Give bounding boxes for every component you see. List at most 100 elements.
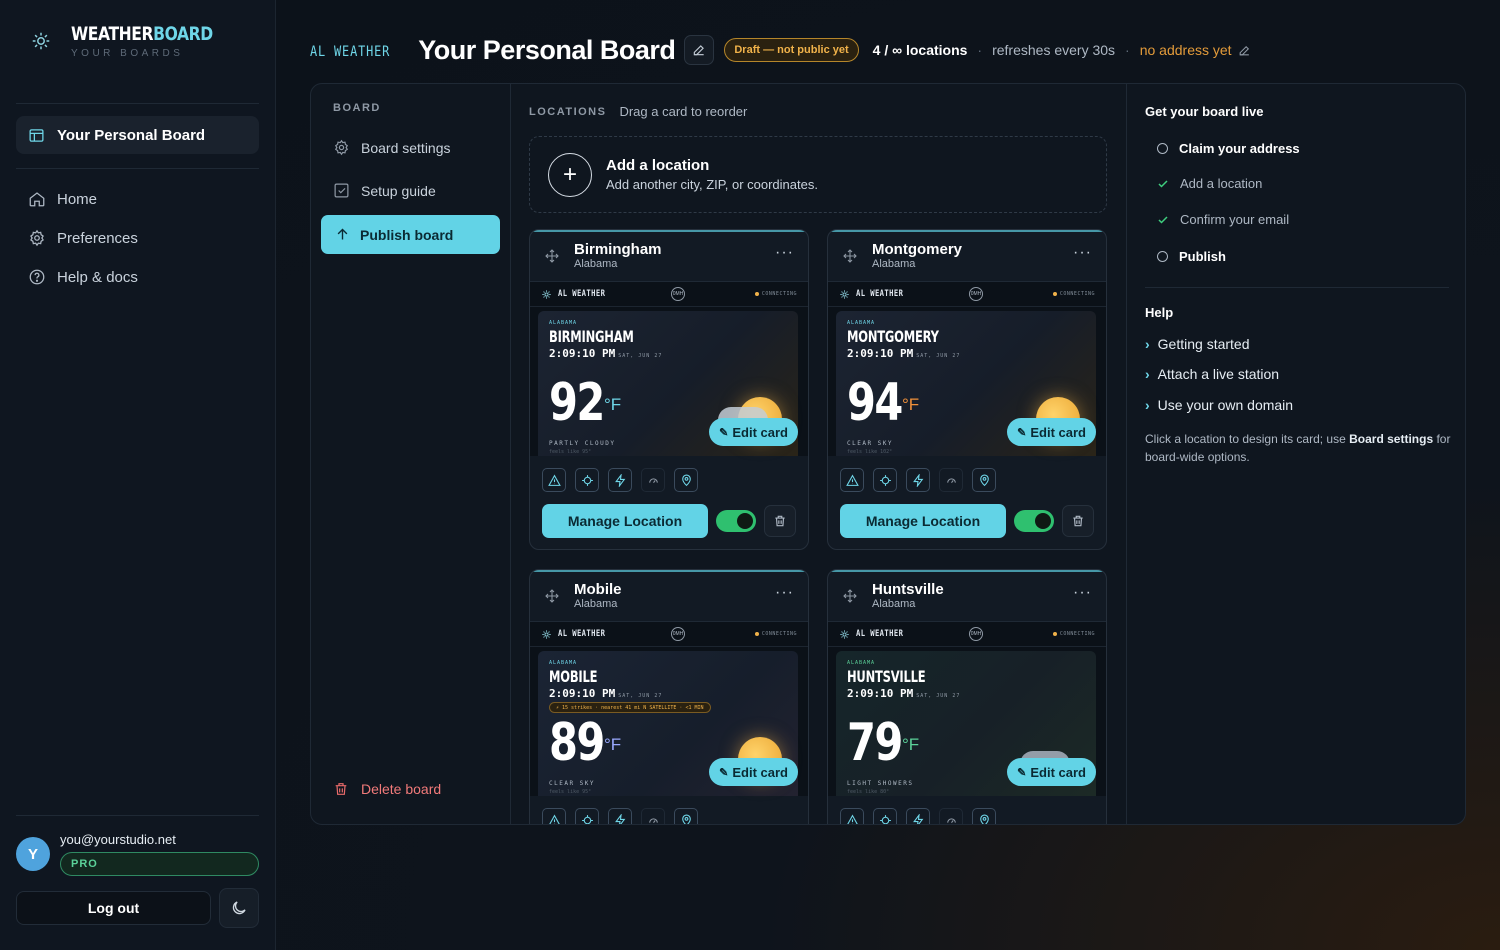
connection-status: CONNECTING	[754, 631, 797, 637]
location-pin-button[interactable]	[674, 808, 698, 824]
location-card-mobile[interactable]: Mobile Alabama ··· AL WEATHER 0MH CONNEC…	[529, 569, 809, 824]
gauge-button[interactable]	[641, 808, 665, 824]
more-menu-icon[interactable]: ···	[1073, 244, 1092, 262]
checklist-item-add-location[interactable]: Add a location	[1157, 176, 1262, 191]
location-card-birmingham[interactable]: Birmingham Alabama ··· AL WEATHER 0MH CO…	[529, 229, 809, 550]
warning-icon	[845, 474, 859, 486]
edit-card-button[interactable]: ✎ Edit card	[1007, 758, 1096, 786]
board-settings-link[interactable]: Board settings	[333, 139, 451, 156]
card-preview[interactable]: AL WEATHER 0MH CONNECTING ALABAMA BIRMIN…	[530, 282, 808, 456]
gear-icon	[30, 229, 44, 247]
drag-handle-icon[interactable]	[842, 248, 858, 264]
pencil-icon[interactable]	[1238, 44, 1251, 57]
location-enabled-toggle[interactable]	[716, 510, 756, 532]
preview-unit: °F	[604, 395, 622, 414]
setup-guide-link[interactable]: Setup guide	[333, 182, 436, 199]
more-menu-icon[interactable]: ···	[1073, 584, 1092, 602]
edit-card-button[interactable]: ✎ Edit card	[709, 758, 798, 786]
drag-handle-icon[interactable]	[842, 588, 858, 604]
sidebar-item-preferences[interactable]: Preferences	[28, 229, 138, 247]
avatar[interactable]: Y	[16, 837, 50, 871]
edit-card-button[interactable]: ✎ Edit card	[1007, 418, 1096, 446]
weather-station-icon	[840, 629, 849, 639]
publish-board-button[interactable]: Publish board	[321, 215, 500, 254]
preview-feels-like: feels like 102°	[847, 449, 893, 455]
weather-station-icon	[542, 629, 551, 639]
lightning-button[interactable]	[906, 808, 930, 824]
delete-location-button[interactable]	[764, 505, 796, 537]
card-preview[interactable]: AL WEATHER 0MH CONNECTING ALABAMA MONTGO…	[828, 282, 1106, 456]
lightning-button[interactable]	[608, 468, 632, 492]
board-address[interactable]: no address yet	[1140, 42, 1232, 58]
more-menu-icon[interactable]: ···	[775, 584, 794, 602]
help-link-attach-station[interactable]: › Attach a live station	[1145, 366, 1279, 382]
location-card-huntsville[interactable]: Huntsville Alabama ··· AL WEATHER 0MH CO…	[827, 569, 1107, 824]
sidebar-item-label: Preferences	[57, 229, 138, 247]
alerts-button[interactable]	[542, 808, 566, 824]
checklist-item-claim-address[interactable]: Claim your address	[1157, 141, 1300, 156]
brand-word-weather: WEATHER	[71, 23, 154, 45]
alerts-button[interactable]	[840, 808, 864, 824]
page-header: AL WEATHER Your Personal Board Draft — n…	[310, 30, 1251, 70]
lightning-button[interactable]	[906, 468, 930, 492]
help-link-getting-started[interactable]: › Getting started	[1145, 336, 1250, 352]
location-pin-button[interactable]	[674, 468, 698, 492]
preview-temperature: 94	[847, 373, 903, 433]
delete-location-button[interactable]	[1062, 505, 1094, 537]
delete-board-button[interactable]: Delete board	[333, 781, 441, 797]
sidebar-item-current-board[interactable]: Your Personal Board	[16, 116, 259, 154]
gauge-button[interactable]	[641, 468, 665, 492]
alerts-button[interactable]	[542, 468, 566, 492]
preview-city: HUNTSVILLE	[847, 667, 926, 686]
help-note-board-settings[interactable]: Board settings	[1349, 432, 1433, 446]
logout-button[interactable]: Log out	[16, 891, 211, 925]
brand-logo[interactable]: WEATHERBOARD YOUR BOARDS	[30, 22, 244, 59]
user-profile: Y you@yourstudio.net PRO	[16, 830, 259, 876]
help-link-own-domain[interactable]: › Use your own domain	[1145, 397, 1293, 413]
divider	[16, 168, 259, 169]
drag-handle-icon[interactable]	[544, 588, 560, 604]
checklist-item-confirm-email[interactable]: Confirm your email	[1157, 212, 1289, 227]
checklist-item-publish[interactable]: Publish	[1157, 249, 1226, 264]
board-nav-label: Board settings	[361, 139, 451, 156]
station-button[interactable]	[873, 808, 897, 824]
location-pin-button[interactable]	[972, 808, 996, 824]
connection-status: CONNECTING	[1052, 291, 1095, 297]
checkbox-icon	[334, 183, 349, 198]
empty-circle-icon	[1157, 143, 1168, 154]
sidebar-item-help-docs[interactable]: Help & docs	[28, 268, 138, 286]
section-label-board: BOARD	[333, 102, 381, 114]
preview-logo: AL WEATHER	[558, 289, 606, 299]
preview-clock: 2:09:10 PM	[847, 687, 914, 700]
drag-handle-icon[interactable]	[544, 248, 560, 264]
warning-icon	[547, 474, 561, 486]
edit-card-button[interactable]: ✎ Edit card	[709, 418, 798, 446]
card-preview[interactable]: AL WEATHER 0MH CONNECTING ALABAMA HUNTSV…	[828, 622, 1106, 796]
pencil-icon: ✎	[719, 766, 729, 779]
location-enabled-toggle[interactable]	[1014, 510, 1054, 532]
gauge-button[interactable]	[939, 808, 963, 824]
station-button[interactable]	[575, 808, 599, 824]
pencil-icon: ✎	[1017, 426, 1027, 439]
theme-toggle-button[interactable]	[219, 888, 259, 928]
location-pin-button[interactable]	[972, 468, 996, 492]
wind-gauge-icon: 0MH	[969, 627, 983, 641]
manage-location-button[interactable]: Manage Location	[542, 504, 708, 538]
lightning-button[interactable]	[608, 808, 632, 824]
preview-time: 2:09:10 PM SAT, JUN 27	[847, 687, 960, 700]
more-menu-icon[interactable]: ···	[775, 244, 794, 262]
station-button[interactable]	[873, 468, 897, 492]
warning-icon	[548, 814, 560, 824]
alerts-button[interactable]	[840, 468, 864, 492]
edit-title-button[interactable]	[684, 35, 715, 65]
lightning-strike-banner: ⚡ 15 strikes · nearest 41 mi N SATELLITE…	[549, 702, 711, 713]
station-button[interactable]	[575, 468, 599, 492]
card-preview[interactable]: AL WEATHER 0MH CONNECTING ALABAMA MOBILE…	[530, 622, 808, 796]
manage-location-button[interactable]: Manage Location	[840, 504, 1006, 538]
add-location-button[interactable]: + Add a location Add another city, ZIP, …	[529, 136, 1107, 213]
sidebar-item-home[interactable]: Home	[28, 190, 97, 208]
preview-date: SAT, JUN 27	[618, 693, 663, 699]
gauge-icon	[648, 477, 658, 483]
gauge-button[interactable]	[939, 468, 963, 492]
location-card-montgomery[interactable]: Montgomery Alabama ··· AL WEATHER 0MH CO…	[827, 229, 1107, 550]
